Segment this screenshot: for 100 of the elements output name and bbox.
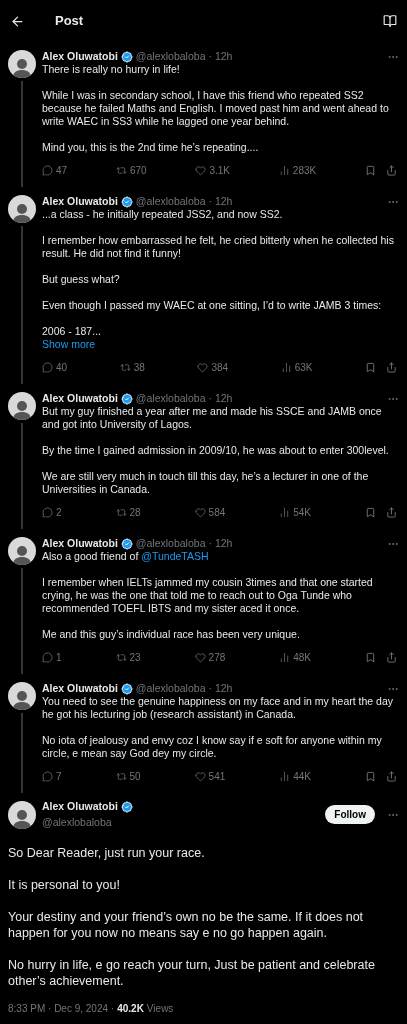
reply-button[interactable]: 47 <box>42 163 68 178</box>
author-handle[interactable]: @alexlobaloba <box>42 814 133 831</box>
share-icon[interactable] <box>386 771 397 782</box>
follow-button[interactable]: Follow <box>325 805 375 825</box>
avatar[interactable] <box>8 50 36 78</box>
author-handle[interactable]: @alexlobaloba <box>135 50 206 63</box>
post-text: 2006 - 187... <box>42 325 102 338</box>
speech-bubble-icon <box>42 507 53 518</box>
bookmark-icon[interactable] <box>365 652 376 663</box>
heart-icon <box>194 771 206 782</box>
avatar[interactable] <box>8 537 36 565</box>
heart-icon <box>194 652 206 663</box>
avatar[interactable] <box>8 800 36 829</box>
post-text: So Dear Reader, just run your race. <box>8 844 206 861</box>
reply-button[interactable]: 1 <box>42 650 62 665</box>
bar-chart-icon <box>279 771 291 782</box>
repost-button[interactable]: 23 <box>115 650 141 665</box>
share-icon[interactable] <box>386 652 397 663</box>
post-text: I remember how embarrassed he felt, he cried bitterly when he collected his result. He did not find it funny! <box>42 234 395 260</box>
views-button[interactable]: 63K <box>280 360 313 375</box>
post-time: · 12h <box>208 537 233 550</box>
like-button[interactable]: 541 <box>194 769 226 784</box>
post-text: ...a class - he initially repeated JSS2, and now SS2. <box>42 208 284 221</box>
post-text: Me and this guy’s individual race has been very unique. <box>42 628 301 641</box>
repost-button[interactable]: 38 <box>119 360 145 375</box>
speech-bubble-icon <box>42 362 53 373</box>
speech-bubble-icon <box>42 652 53 663</box>
heart-icon <box>194 507 206 518</box>
author-handle[interactable]: @alexlobaloba <box>135 392 206 405</box>
views-button[interactable]: 48K <box>279 650 312 665</box>
back-icon[interactable] <box>10 13 25 29</box>
reply-button[interactable]: 7 <box>42 769 62 784</box>
bar-chart-icon <box>278 165 290 176</box>
repost-arrows-icon <box>115 507 127 518</box>
repost-button[interactable]: 50 <box>115 769 141 784</box>
post-time: · 12h <box>208 682 233 695</box>
post-text: But my guy finished a year after me and made his SSCE and JAMB once and got into University of Lagos. <box>42 405 383 431</box>
person-silhouette-icon <box>11 201 33 223</box>
repost-button[interactable]: 670 <box>115 163 147 178</box>
author-name[interactable]: Alex Oluwatobi <box>42 195 118 208</box>
author-handle[interactable]: @alexlobaloba <box>135 195 206 208</box>
post-text: Also a good friend of <box>42 550 139 563</box>
post-time: · 12h <box>208 195 233 208</box>
reply-button[interactable]: 40 <box>42 360 68 375</box>
bookmark-icon[interactable] <box>365 362 376 373</box>
speech-bubble-icon <box>42 771 53 782</box>
avatar[interactable] <box>8 392 36 420</box>
verified-badge-icon <box>120 682 133 695</box>
person-silhouette-icon <box>11 688 33 710</box>
repost-button[interactable]: 28 <box>115 505 141 520</box>
share-icon[interactable] <box>386 165 397 176</box>
verified-badge-icon <box>120 195 133 208</box>
bar-chart-icon <box>280 362 292 373</box>
bookmark-icon[interactable] <box>365 507 376 518</box>
post-text: While I was in secondary school, I have this friend who repeated SS2 because he failed Maths and English. I moved past him and went ahead to write WAEC in SS3 while he lagged one year behind. <box>42 89 390 128</box>
bar-chart-icon <box>279 652 291 663</box>
reply-button[interactable]: 2 <box>42 505 62 520</box>
speech-bubble-icon <box>42 165 53 176</box>
post-text: By the time I gained admission in 2009/10, he was about to enter 300level. <box>42 444 390 457</box>
author-name[interactable]: Alex Oluwatobi <box>42 799 118 815</box>
view-count: 40.2K <box>117 1001 144 1016</box>
author-name[interactable]: Alex Oluwatobi <box>42 392 118 405</box>
post-time: · 12h <box>208 50 233 63</box>
post-text: We are still very much in touch till this day, he’s a lecturer in one of the Universities in Canada. <box>42 470 370 496</box>
share-icon[interactable] <box>386 507 397 518</box>
avatar[interactable] <box>8 195 36 223</box>
views-button[interactable]: 44K <box>279 769 312 784</box>
author-name[interactable]: Alex Oluwatobi <box>42 50 118 63</box>
show-more-link[interactable]: Show more <box>42 338 96 351</box>
repost-arrows-icon <box>115 771 127 782</box>
like-button[interactable]: 384 <box>197 360 229 375</box>
share-icon[interactable] <box>386 362 397 373</box>
verified-badge-icon <box>120 800 133 813</box>
author-handle[interactable]: @alexlobaloba <box>135 682 206 695</box>
author-name[interactable]: Alex Oluwatobi <box>42 682 118 695</box>
like-button[interactable]: 3.1K <box>195 163 230 178</box>
views-button[interactable]: 283K <box>278 163 317 178</box>
post-time: · 12h <box>208 392 233 405</box>
like-button[interactable]: 584 <box>194 505 226 520</box>
post-text: But guess what? <box>42 273 121 286</box>
author-handle[interactable]: @alexlobaloba <box>135 537 206 550</box>
post-timestamp: 8:33 PM · Dec 9, 2024 · <box>8 1001 115 1016</box>
repost-arrows-icon <box>115 165 127 176</box>
author-name[interactable]: Alex Oluwatobi <box>42 537 118 550</box>
views-button[interactable]: 54K <box>279 505 312 520</box>
bookmark-icon[interactable] <box>365 771 376 782</box>
reader-icon[interactable] <box>383 14 397 28</box>
heart-icon <box>197 362 209 373</box>
person-silhouette-icon <box>11 398 33 420</box>
bookmark-icon[interactable] <box>365 165 376 176</box>
post-text: No hurry in life, e go reach your turn, Just be patient and celebrate other’s achievement. <box>8 956 376 989</box>
post-text: Mind you, this is the 2nd time he’s repeating.... <box>42 141 260 154</box>
mention-link[interactable]: @TundeTASH <box>141 550 209 563</box>
page-title: Post <box>55 12 84 31</box>
post-text: I remember when IELTs jammed my cousin 3times and that one started crying, he was the one that told me to reach out to Oga Tunde who recommended TOEFL IBTS and my sister aced it once. <box>42 576 374 615</box>
post-text: There is really no hurry in life! <box>42 63 181 76</box>
views-label: Views <box>146 1001 174 1016</box>
avatar[interactable] <box>8 682 36 710</box>
post-text: Even though I passed my WAEC at one sitting, I’d to write JAMB 3 times: <box>42 299 383 312</box>
like-button[interactable]: 278 <box>194 650 226 665</box>
